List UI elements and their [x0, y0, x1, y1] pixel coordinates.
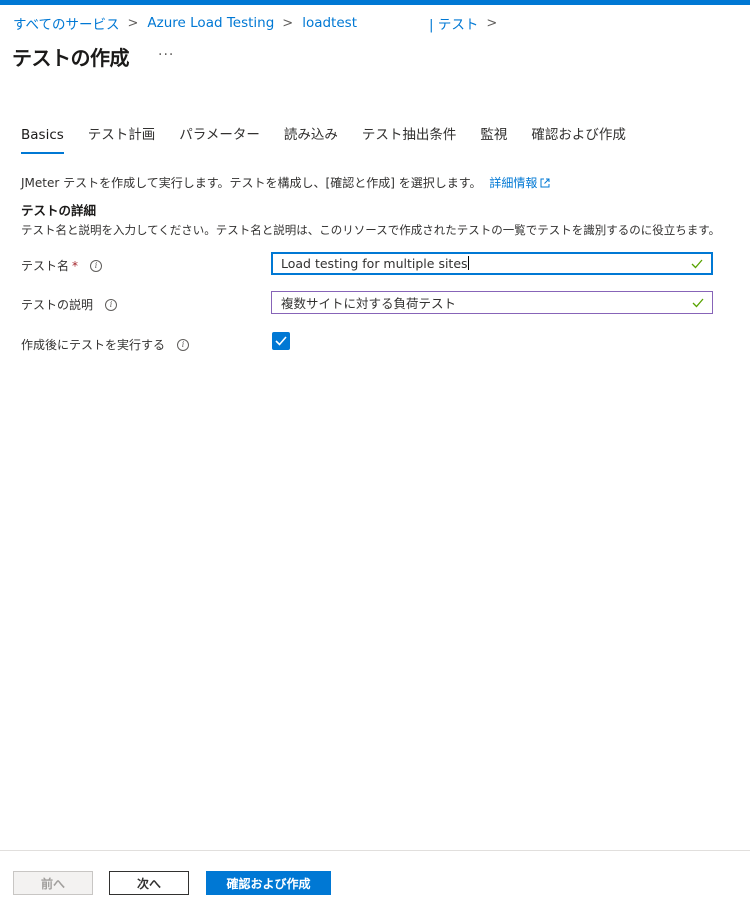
tab-monitoring[interactable]: 監視	[480, 126, 507, 154]
test-description-label: テストの説明 i	[21, 296, 118, 313]
top-accent-bar	[0, 0, 750, 5]
info-icon[interactable]: i	[90, 259, 103, 272]
breadcrumb-separator: >	[282, 15, 294, 31]
breadcrumb-separator: >	[127, 15, 139, 31]
valid-check-icon	[687, 259, 707, 269]
text-caret	[467, 256, 469, 270]
test-name-input[interactable]: Load testing for multiple sites	[271, 252, 713, 275]
breadcrumb-azure-load-testing[interactable]: Azure Load Testing	[147, 15, 274, 31]
tab-test-plan[interactable]: テスト計画	[88, 126, 156, 154]
test-name-value: Load testing for multiple sites	[281, 256, 468, 271]
section-title-test-details: テストの詳細	[21, 203, 97, 218]
intro-text: JMeter テストを作成して実行します。テストを構成し、[確認と作成] を選択…	[21, 176, 482, 190]
info-icon[interactable]: i	[105, 298, 118, 311]
tab-parameters[interactable]: パラメーター	[179, 126, 260, 154]
learn-more-label[interactable]: 詳細情報	[489, 176, 537, 190]
footer-divider	[0, 850, 750, 851]
required-asterisk: *	[72, 258, 79, 273]
tab-test-criteria[interactable]: テスト抽出条件	[362, 126, 457, 154]
page-title: テストの作成	[12, 46, 130, 70]
external-link-icon	[540, 178, 550, 188]
section-description: テスト名と説明を入力してください。テスト名と説明は、このリソースで作成されたテス…	[21, 223, 721, 237]
learn-more-link[interactable]: 詳細情報	[489, 176, 550, 190]
valid-check-icon	[688, 298, 708, 308]
tab-basics[interactable]: Basics	[21, 126, 64, 154]
checkmark-icon	[275, 336, 287, 346]
test-description-value: 複数サイトに対する負荷テスト	[281, 296, 457, 311]
next-button[interactable]: 次へ	[109, 871, 189, 895]
more-options-icon[interactable]: ···	[158, 47, 174, 63]
breadcrumb-all-services[interactable]: すべてのサービス	[13, 13, 120, 33]
run-after-create-label-text: 作成後にテストを実行する	[21, 338, 166, 352]
breadcrumb: すべてのサービス > Azure Load Testing > loadtest…	[13, 13, 506, 33]
test-name-label-text: テスト名	[21, 259, 70, 273]
test-name-label: テスト名 * i	[21, 257, 103, 274]
previous-button[interactable]: 前へ	[13, 871, 93, 895]
tab-bar: Basics テスト計画 パラメーター 読み込み テスト抽出条件 監視 確認およ…	[21, 126, 650, 154]
test-description-input[interactable]: 複数サイトに対する負荷テスト	[271, 291, 713, 314]
tab-load[interactable]: 読み込み	[284, 126, 338, 154]
review-create-button[interactable]: 確認および作成	[206, 871, 331, 895]
run-after-create-label: 作成後にテストを実行する i	[21, 336, 190, 353]
tab-review-create[interactable]: 確認および作成	[531, 126, 626, 154]
breadcrumb-separator: >	[486, 15, 498, 31]
test-description-label-text: テストの説明	[21, 298, 94, 312]
breadcrumb-tests[interactable]: | テスト	[429, 13, 478, 33]
breadcrumb-loadtest[interactable]: loadtest	[302, 15, 357, 31]
intro-text-row: JMeter テストを作成して実行します。テストを構成し、[確認と作成] を選択…	[21, 174, 550, 191]
info-icon[interactable]: i	[177, 338, 190, 351]
run-after-create-checkbox[interactable]	[272, 332, 290, 350]
